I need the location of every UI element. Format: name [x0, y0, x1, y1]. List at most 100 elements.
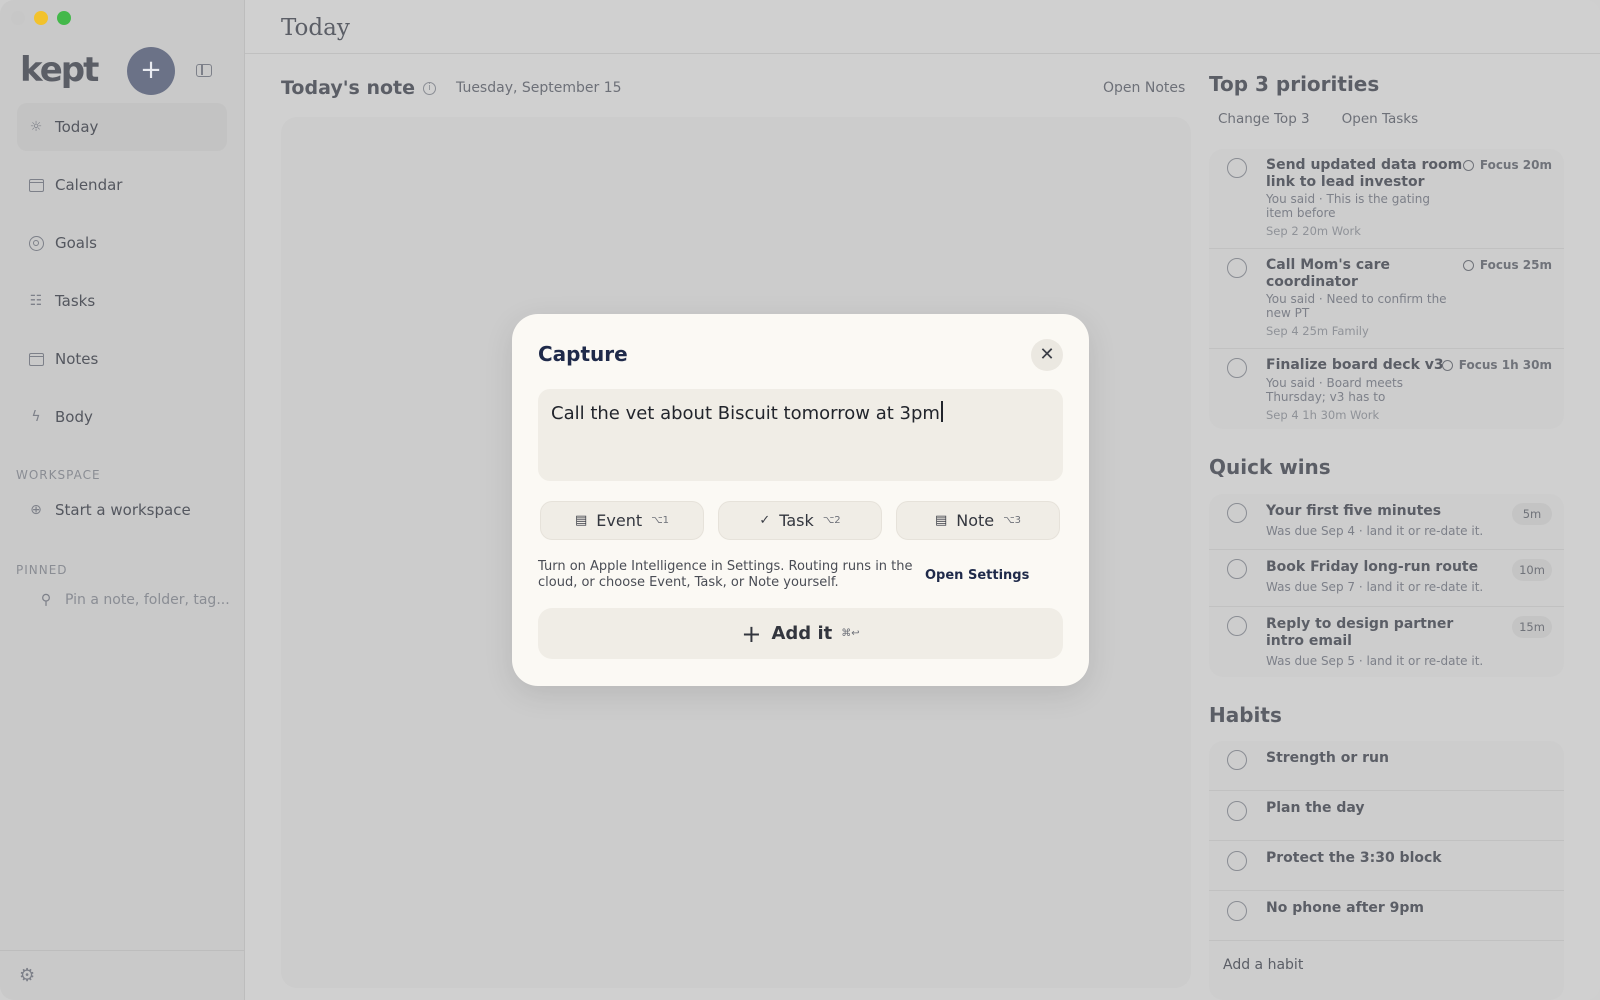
focus-button[interactable]: Focus 1h 30m: [1441, 358, 1552, 372]
sidebar-item-label: Calendar: [55, 176, 123, 194]
sidebar-item-body[interactable]: ϟ Body: [17, 393, 227, 441]
habit-checkbox[interactable]: [1227, 750, 1247, 770]
habit-label: Protect the 3:30 block: [1266, 850, 1442, 866]
sidebar: kept + ☼ Today Calendar Goals ☷ Tasks No…: [0, 0, 245, 1000]
open-settings-link[interactable]: Open Settings: [925, 568, 1029, 583]
target-icon: [28, 235, 44, 251]
habits-heading: Habits: [1209, 703, 1282, 727]
note-date: Tuesday, September 15: [456, 80, 622, 96]
quick-win-title: Your first five minutes: [1266, 503, 1442, 519]
priority-item[interactable]: Send updated data room link to lead inve…: [1209, 149, 1564, 249]
open-tasks-link[interactable]: Open Tasks: [1342, 111, 1419, 127]
priority-subtitle: You said · Need to confirm the new PT: [1266, 292, 1447, 320]
pin-icon: ⚲: [40, 592, 52, 608]
info-icon[interactable]: i: [423, 81, 437, 95]
note-icon: ▤: [934, 513, 948, 528]
task-checkbox[interactable]: [1227, 503, 1247, 523]
duration-badge: 5m: [1512, 503, 1552, 525]
task-button[interactable]: ✓ Task ⌥2: [718, 501, 882, 540]
sub-line: You said · Board meets: [1266, 376, 1403, 390]
focus-button[interactable]: Focus 25m: [1462, 258, 1552, 272]
close-window-button[interactable]: [11, 11, 25, 25]
priority-subtitle: You said · Board meets Thursday; v3 has …: [1266, 376, 1403, 404]
calendar-icon: ▤: [574, 513, 588, 528]
page-title: Today: [281, 15, 350, 41]
sidebar-item-tasks[interactable]: ☷ Tasks: [17, 277, 227, 325]
note-button[interactable]: ▤ Note ⌥3: [896, 501, 1060, 540]
sidebar-item-today[interactable]: ☼ Today: [17, 103, 227, 151]
task-checkbox[interactable]: [1227, 559, 1247, 579]
add-it-label: Add it: [771, 623, 833, 644]
window-controls: [11, 11, 71, 25]
focus-label: Focus 25m: [1479, 258, 1552, 272]
sun-icon: ☼: [29, 119, 43, 135]
pin-placeholder-label: Pin a note, folder, tag...: [65, 592, 230, 608]
note-icon: [28, 351, 44, 367]
add-it-button[interactable]: + Add it ⌘↩: [538, 608, 1063, 659]
clock-icon: [1441, 359, 1453, 371]
sidebar-item-goals[interactable]: Goals: [17, 219, 227, 267]
habit-item[interactable]: Strength or run: [1209, 741, 1564, 791]
priorities-heading: Top 3 priorities: [1209, 72, 1380, 96]
habit-item[interactable]: Plan the day: [1209, 791, 1564, 841]
duration-badge: 15m: [1512, 616, 1552, 638]
checklist-icon: ☷: [29, 293, 43, 309]
sidebar-item-label: Notes: [55, 350, 99, 368]
app-window: kept + ☼ Today Calendar Goals ☷ Tasks No…: [0, 0, 1600, 1000]
workspace-section-label: WORKSPACE: [16, 468, 101, 482]
title-line: link to lead investor: [1266, 174, 1425, 190]
sidebar-nav: ☼ Today Calendar Goals ☷ Tasks Notes ϟ B…: [17, 103, 227, 451]
capture-input-value: Call the vet about Biscuit tomorrow at 3…: [551, 403, 940, 424]
sidebar-item-label: Body: [55, 408, 93, 426]
clock-icon: [1462, 159, 1474, 171]
priority-item[interactable]: Call Mom's care coordinator You said · N…: [1209, 249, 1564, 349]
gear-icon[interactable]: ⚙: [19, 965, 35, 986]
quick-win-item[interactable]: Your first five minutes Was due Sep 4 · …: [1209, 494, 1564, 550]
habits-card: Strength or run Plan the day Protect the…: [1209, 741, 1564, 1000]
priority-item[interactable]: Finalize board deck v3 You said · Board …: [1209, 349, 1564, 429]
priorities-links: Change Top 3 Open Tasks: [1218, 111, 1418, 127]
sidebar-item-label: Today: [55, 118, 99, 136]
habit-checkbox[interactable]: [1227, 901, 1247, 921]
sidebar-item-calendar[interactable]: Calendar: [17, 161, 227, 209]
quick-win-item[interactable]: Book Friday long-run route Was due Sep 7…: [1209, 550, 1564, 607]
habit-label: No phone after 9pm: [1266, 900, 1425, 916]
task-checkbox[interactable]: [1227, 616, 1247, 636]
pin-placeholder[interactable]: ⚲ Pin a note, folder, tag...: [38, 592, 230, 608]
add-habit-button[interactable]: Add a habit: [1223, 957, 1303, 973]
shortcut-hint: ⌘↩: [841, 628, 860, 639]
priority-meta: Sep 4 1h 30m Work: [1266, 408, 1380, 422]
task-checkbox[interactable]: [1227, 258, 1247, 278]
habit-checkbox[interactable]: [1227, 851, 1247, 871]
priority-meta: Sep 4 25m Family: [1266, 324, 1369, 338]
maximize-window-button[interactable]: [57, 11, 71, 25]
clock-icon: [1462, 259, 1474, 271]
quick-win-title: Book Friday long-run route: [1266, 559, 1479, 575]
start-workspace-button[interactable]: ⊕ Start a workspace: [28, 501, 191, 519]
habit-label: Plan the day: [1266, 800, 1365, 816]
minimize-window-button[interactable]: [34, 11, 48, 25]
focus-label: Focus 20m: [1479, 158, 1552, 172]
sidebar-toggle-icon[interactable]: [196, 64, 212, 77]
bolt-icon: ϟ: [31, 409, 41, 425]
task-checkbox[interactable]: [1227, 158, 1247, 178]
task-checkbox[interactable]: [1227, 358, 1247, 378]
quick-win-item[interactable]: Reply to design partner intro email Was …: [1209, 607, 1564, 677]
new-capture-button[interactable]: +: [127, 47, 175, 95]
habit-item[interactable]: Protect the 3:30 block: [1209, 841, 1564, 891]
priority-title: Send updated data room link to lead inve…: [1266, 157, 1462, 191]
close-icon[interactable]: ✕: [1031, 339, 1063, 371]
text-caret: [940, 401, 943, 422]
sidebar-item-notes[interactable]: Notes: [17, 335, 227, 383]
focus-button[interactable]: Focus 20m: [1462, 158, 1552, 172]
calendar-icon: [28, 177, 44, 193]
capture-input[interactable]: Call the vet about Biscuit tomorrow at 3…: [538, 389, 1063, 481]
add-habit-row[interactable]: Add a habit: [1209, 941, 1564, 1000]
habit-checkbox[interactable]: [1227, 801, 1247, 821]
open-notes-link[interactable]: Open Notes: [1103, 80, 1185, 96]
habit-item[interactable]: No phone after 9pm: [1209, 891, 1564, 941]
change-top3-link[interactable]: Change Top 3: [1218, 111, 1310, 127]
sub-line: You said · Need to confirm the: [1266, 292, 1447, 306]
quick-wins-card: Your first five minutes Was due Sep 4 · …: [1209, 494, 1564, 677]
event-button[interactable]: ▤ Event ⌥1: [540, 501, 704, 540]
